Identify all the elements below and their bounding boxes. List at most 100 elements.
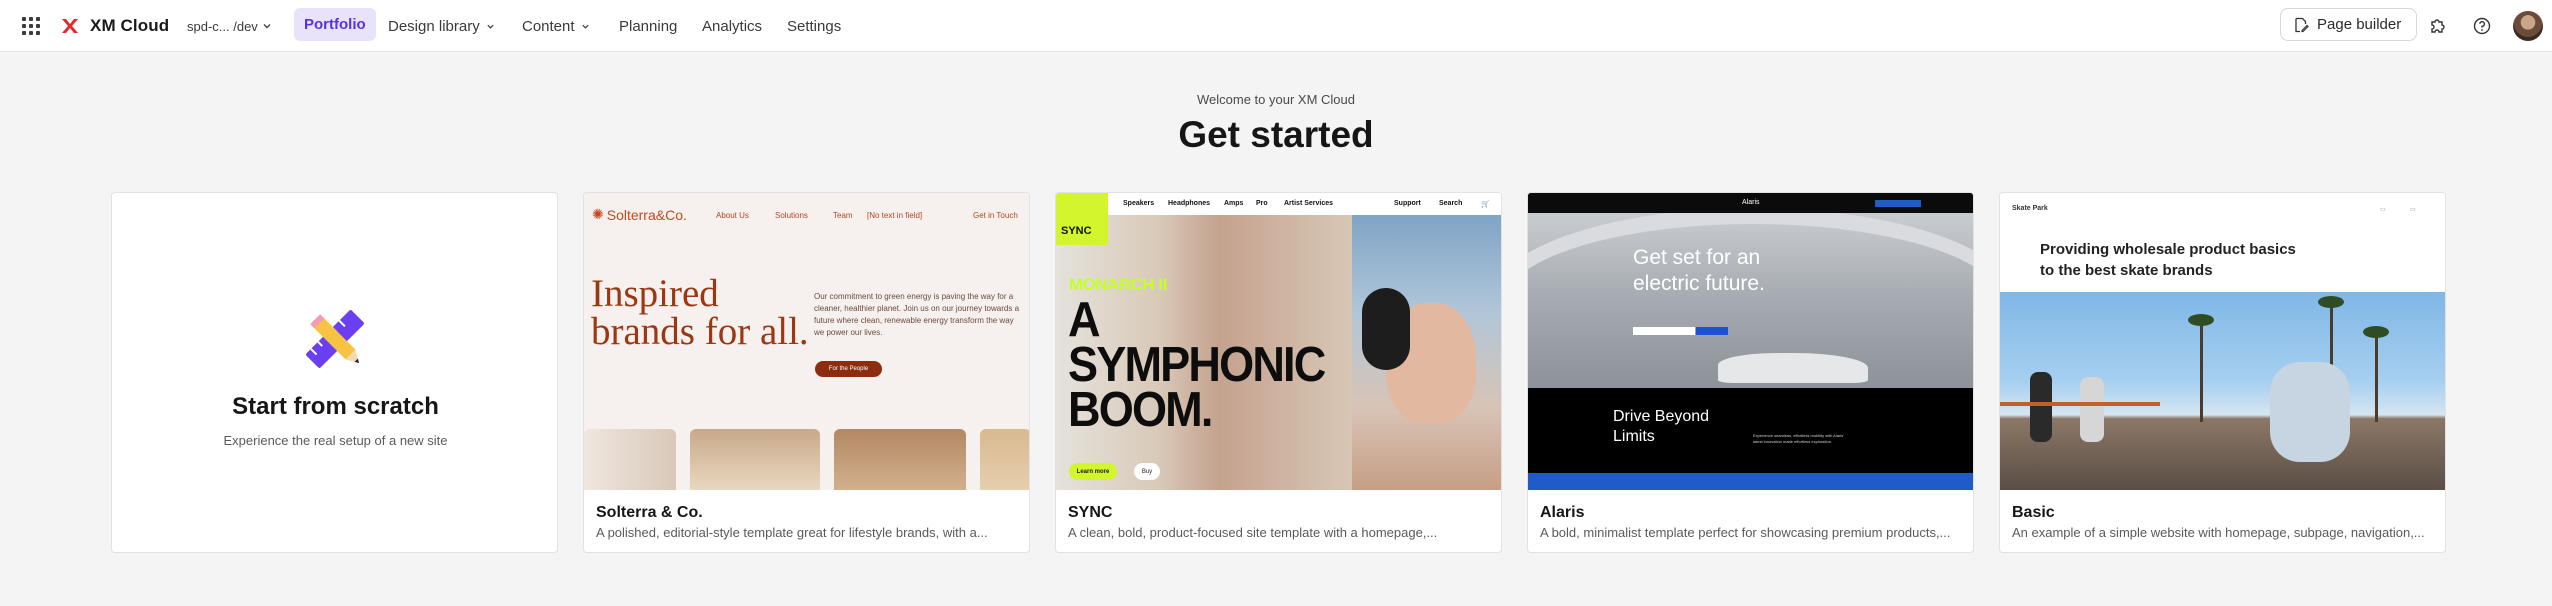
solterra-image-strip bbox=[584, 429, 676, 490]
solterra-nav-item: Get in Touch bbox=[973, 211, 1018, 220]
xm-cloud-logo-icon bbox=[62, 19, 78, 33]
start-from-scratch-card[interactable]: Start from scratch Experience the real s… bbox=[111, 192, 558, 553]
basic-hero-text: Providing wholesale product basics to th… bbox=[2040, 241, 2296, 279]
solterra-cta: For the People bbox=[815, 361, 882, 377]
alaris-submit-shape bbox=[1696, 327, 1728, 335]
person-shape bbox=[2080, 377, 2104, 442]
palm-tree bbox=[2200, 322, 2203, 422]
sync-learn-more: Learn more bbox=[1069, 463, 1117, 480]
nav-design-library[interactable]: Design library bbox=[388, 0, 495, 52]
alaris-section bbox=[1528, 388, 1973, 476]
nav-portfolio[interactable]: Portfolio bbox=[294, 8, 376, 41]
brand[interactable]: XM Cloud bbox=[60, 0, 169, 52]
chevron-down-icon bbox=[487, 24, 494, 29]
template-description: A bold, minimalist template perfect for … bbox=[1540, 525, 1951, 540]
template-description: A clean, bold, product-focused site temp… bbox=[1068, 525, 1438, 540]
welcome-text: Welcome to your XM Cloud bbox=[1197, 92, 1355, 107]
alaris-hero-text: Get set for an electric future. bbox=[1633, 246, 1765, 295]
sync-nav-item: Artist Services bbox=[1284, 200, 1334, 207]
solterra-nav-item: About Us bbox=[716, 211, 749, 220]
sync-nav-item: Amps bbox=[1224, 200, 1244, 207]
scratch-content: Start from scratch Experience the real s… bbox=[112, 193, 557, 552]
sync-nav-item: Speakers bbox=[1123, 200, 1155, 207]
template-description: An example of a simple website with home… bbox=[2012, 525, 2425, 540]
nav-settings-label: Settings bbox=[787, 17, 842, 35]
solterra-image-strip bbox=[980, 429, 1029, 490]
nav-analytics-label: Analytics bbox=[702, 17, 763, 35]
template-title: Solterra & Co. bbox=[596, 504, 703, 521]
solterra-nav-item: Team bbox=[833, 211, 853, 220]
sync-nav-item: Pro bbox=[1256, 200, 1268, 207]
headphones-shape bbox=[1362, 288, 1410, 370]
palm-tree bbox=[2188, 314, 2214, 326]
template-card-solterra[interactable]: ✺ Solterra&Co. About Us Solutions Team [… bbox=[583, 192, 1030, 553]
alaris-section-title: Drive Beyond Limits bbox=[1613, 408, 1710, 445]
ruler-pencil-icon bbox=[306, 310, 364, 368]
page-builder-button[interactable]: Page builder bbox=[2280, 8, 2417, 41]
solterra-nav-item: [No text in field] bbox=[867, 211, 923, 220]
scratch-description: Experience the real setup of a new site bbox=[223, 433, 448, 448]
template-title: Alaris bbox=[1540, 504, 1585, 521]
environment-label: spd-c... /dev bbox=[187, 18, 258, 34]
person-shape bbox=[2030, 372, 2052, 442]
chevron-down-icon bbox=[263, 24, 271, 29]
avatar[interactable] bbox=[2513, 11, 2543, 41]
basic-preview-image: Skate Park ▭ ▭ Providing wholesale produ… bbox=[2000, 193, 2445, 490]
template-card-alaris[interactable]: Alaris Get set for an electric future. D… bbox=[1527, 192, 1974, 553]
page-builder-label: Page builder bbox=[2317, 16, 2402, 33]
template-title: SYNC bbox=[1068, 504, 1113, 521]
nav-content[interactable]: Content bbox=[522, 0, 590, 52]
rail-shape bbox=[2000, 402, 2160, 406]
template-card-sync[interactable]: Speakers Headphones Amps Pro Artist Serv… bbox=[1055, 192, 1502, 553]
scratch-title: Start from scratch bbox=[232, 393, 439, 420]
palm-tree bbox=[2363, 326, 2389, 338]
page-edit-icon bbox=[2295, 17, 2309, 32]
nav-design-library-label: Design library bbox=[388, 17, 480, 35]
nav-analytics[interactable]: Analytics bbox=[702, 0, 762, 52]
sync-preview-image: Speakers Headphones Amps Pro Artist Serv… bbox=[1056, 193, 1501, 490]
nav-settings[interactable]: Settings bbox=[787, 0, 841, 52]
sync-buy: Buy bbox=[1134, 463, 1160, 480]
template-title: Basic bbox=[2012, 504, 2055, 521]
nav-planning-label: Planning bbox=[619, 17, 678, 35]
nav-content-label: Content bbox=[522, 17, 575, 35]
solterra-image-strip bbox=[834, 429, 966, 490]
alaris-section-body: Experience seamless, effortless mobility… bbox=[1753, 433, 1844, 444]
alaris-preview-image: Alaris Get set for an electric future. D… bbox=[1528, 193, 1973, 490]
top-navigation-bar: XM Cloud spd-c... /dev Portfolio Design … bbox=[0, 0, 2552, 52]
solterra-logo-text: Solterra&Co. bbox=[606, 206, 687, 223]
help-button[interactable] bbox=[2468, 12, 2496, 40]
palm-tree bbox=[2375, 332, 2378, 422]
solterra-hero-text: Inspired brands for all. bbox=[591, 272, 809, 353]
sync-logo: SYNC bbox=[1056, 193, 1108, 245]
basic-nav-item: ▭ bbox=[2380, 207, 2386, 213]
app-switcher-button[interactable] bbox=[18, 0, 44, 52]
solterra-preview-image: ✺ Solterra&Co. About Us Solutions Team [… bbox=[584, 193, 1029, 490]
alaris-footer-band bbox=[1528, 473, 1973, 490]
template-description: A polished, editorial-style template gre… bbox=[596, 525, 988, 540]
nav-planning[interactable]: Planning bbox=[619, 0, 677, 52]
extensions-button[interactable] bbox=[2424, 12, 2452, 40]
sync-nav-item: Headphones bbox=[1168, 200, 1211, 207]
environment-selector[interactable]: spd-c... /dev bbox=[187, 0, 272, 52]
template-card-basic[interactable]: Skate Park ▭ ▭ Providing wholesale produ… bbox=[1999, 192, 2446, 553]
sync-tag: MONARCH II bbox=[1069, 275, 1167, 294]
solterra-body-text: Our commitment to green energy is paving… bbox=[814, 292, 1020, 337]
alaris-car-shape bbox=[1718, 353, 1868, 383]
cart-icon: 🛒 bbox=[1481, 201, 1490, 208]
sync-nav-item: Support bbox=[1394, 200, 1421, 207]
solterra-logo: ✺ Solterra&Co. bbox=[592, 206, 687, 223]
app-name: XM Cloud bbox=[90, 16, 170, 35]
alaris-header-button bbox=[1875, 200, 1921, 207]
alaris-logo: Alaris bbox=[1742, 199, 1760, 206]
nav-portfolio-label: Portfolio bbox=[304, 16, 366, 33]
puzzle-icon bbox=[2431, 19, 2445, 33]
solterra-nav-item: Solutions bbox=[775, 211, 808, 220]
page-title: Get started bbox=[1178, 114, 1374, 155]
basic-logo: Skate Park bbox=[2012, 205, 2048, 212]
basic-nav-item: ▭ bbox=[2410, 207, 2416, 213]
sync-nav-item: Search bbox=[1439, 200, 1463, 207]
sync-hero-text: A SYMPHONIC BOOM. bbox=[1068, 293, 1326, 437]
help-icon bbox=[2473, 17, 2491, 35]
apps-grid-icon bbox=[22, 17, 40, 35]
